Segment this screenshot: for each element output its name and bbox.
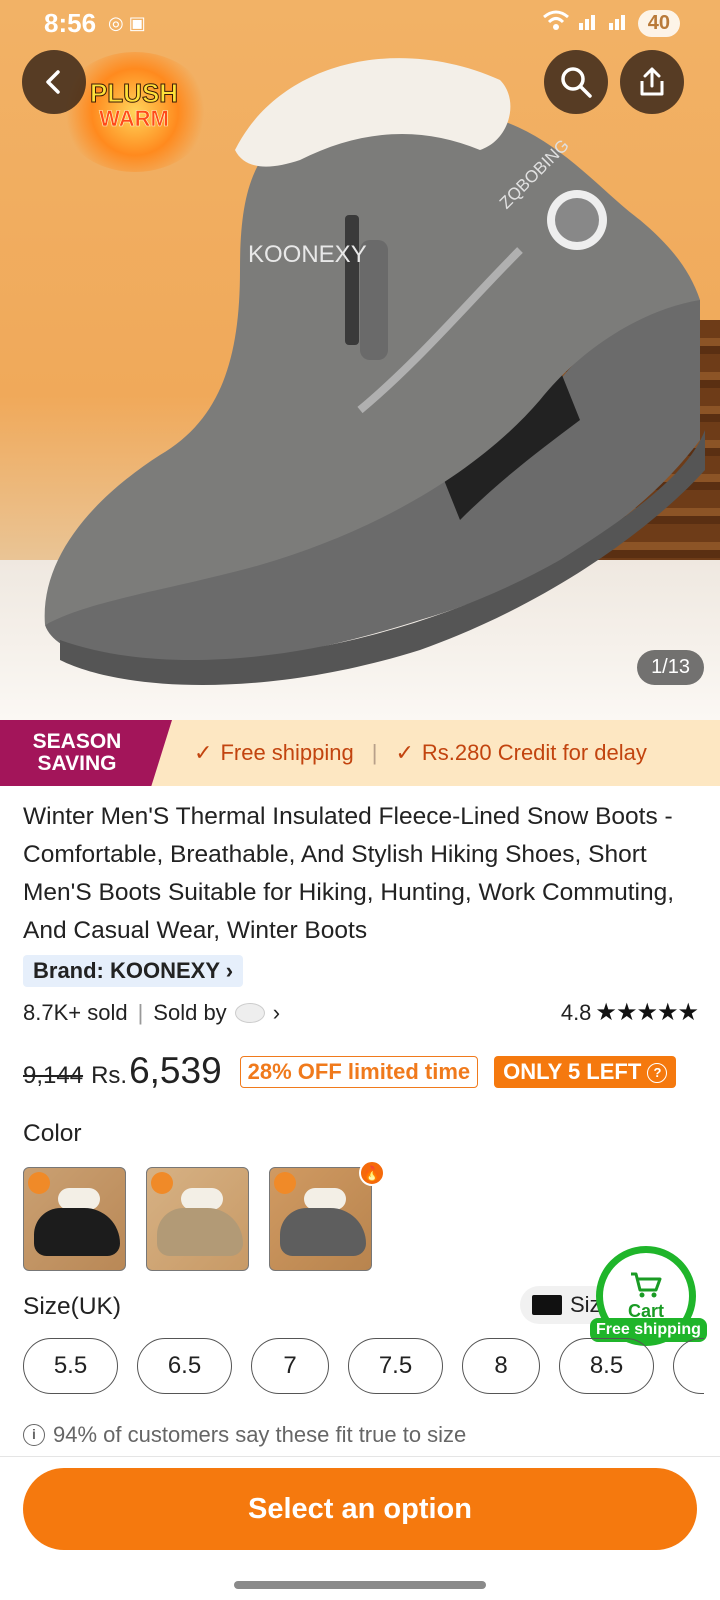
shoe-thumbnail bbox=[157, 1208, 243, 1256]
size-label: Size(UK) bbox=[23, 1293, 122, 1320]
chevron-right-icon: › bbox=[225, 958, 234, 983]
status-time: 8:56 bbox=[44, 7, 97, 38]
color-options bbox=[23, 1167, 372, 1271]
delay-credit-text: Rs.280 Credit for delay bbox=[421, 740, 647, 765]
season-line2: SAVING bbox=[37, 752, 117, 775]
sales-row: 8.7K+ sold | Sold by › 4.8 ★★★★★ bbox=[23, 998, 699, 1027]
status-bar: 8:56 ◎ ▣ 40 bbox=[0, 0, 720, 46]
search-icon bbox=[561, 67, 592, 98]
back-button[interactable] bbox=[22, 50, 86, 114]
stock-badge[interactable]: ONLY 5 LEFT ? bbox=[494, 1056, 677, 1088]
bottom-divider bbox=[0, 1456, 720, 1457]
rating[interactable]: 4.8 ★★★★★ bbox=[560, 998, 699, 1027]
search-button[interactable] bbox=[544, 50, 608, 114]
battery-indicator: 40 bbox=[637, 9, 680, 37]
notification-icon: ◎ ▣ bbox=[108, 12, 146, 33]
discount-badge: 28% OFF limited time bbox=[239, 1056, 479, 1088]
plush-mini-badge bbox=[151, 1172, 173, 1194]
currency: Rs. bbox=[91, 1062, 128, 1089]
fur-detail bbox=[181, 1188, 223, 1210]
shoe-thumbnail bbox=[34, 1208, 120, 1256]
help-icon: ? bbox=[647, 1063, 668, 1083]
plush-mini-badge bbox=[28, 1172, 50, 1194]
chevron-right-icon: › bbox=[272, 999, 281, 1025]
sold-by-label: Sold by bbox=[153, 999, 227, 1025]
season-saving-badge: SEASON SAVING bbox=[0, 720, 172, 786]
image-counter: 1/13 bbox=[637, 650, 704, 685]
size-option-9[interactable]: 9 bbox=[673, 1338, 704, 1394]
check-icon: ✓ bbox=[395, 740, 414, 765]
current-price: 6,539 bbox=[129, 1050, 222, 1091]
sold-by-link[interactable]: Sold by › bbox=[153, 1000, 280, 1026]
signal-icon bbox=[578, 9, 600, 37]
brand-link[interactable]: Brand: KOONEXY › bbox=[23, 955, 244, 987]
fit-note: i 94% of customers say these fit true to… bbox=[23, 1422, 466, 1448]
color-swatch-black[interactable] bbox=[23, 1167, 126, 1271]
seller-logo bbox=[234, 1002, 265, 1023]
select-option-button[interactable]: Select an option bbox=[23, 1468, 697, 1550]
stock-text: ONLY 5 LEFT bbox=[503, 1059, 642, 1084]
original-price: 9,144 bbox=[23, 1062, 84, 1089]
back-arrow-icon bbox=[46, 70, 60, 94]
shoe-thumbnail bbox=[280, 1208, 366, 1256]
ruler-icon bbox=[532, 1295, 562, 1315]
sold-count: 8.7K+ sold bbox=[23, 999, 128, 1025]
product-title: Winter Men'S Thermal Insulated Fleece-Li… bbox=[23, 803, 675, 944]
fur-detail bbox=[58, 1188, 100, 1210]
fur-detail bbox=[304, 1188, 346, 1210]
badge-line1: PLUSH bbox=[89, 78, 179, 108]
divider: | bbox=[371, 740, 378, 765]
size-option-5-5[interactable]: 5.5 bbox=[23, 1338, 118, 1394]
promo-strip: SEASON SAVING ✓ Free shipping | ✓ Rs.280… bbox=[0, 720, 720, 786]
flame-icon: 🔥 bbox=[359, 1160, 385, 1186]
color-swatch-gray[interactable] bbox=[269, 1167, 372, 1271]
size-option-7-5[interactable]: 7.5 bbox=[348, 1338, 443, 1394]
brand-label: Brand: KOONEXY bbox=[33, 958, 220, 983]
shoe-brand-print: KOONEXY bbox=[248, 241, 367, 268]
size-option-8[interactable]: 8 bbox=[462, 1338, 540, 1394]
plush-warm-badge: PLUSH WARM bbox=[84, 80, 184, 132]
size-option-8-5[interactable]: 8.5 bbox=[559, 1338, 654, 1394]
star-rating-icon: ★★★★★ bbox=[595, 999, 699, 1026]
home-indicator[interactable] bbox=[234, 1581, 486, 1589]
size-options: 5.5 6.5 7 7.5 8 8.5 9 bbox=[23, 1338, 704, 1394]
price-row: 9,144 Rs. 6,539 28% OFF limited time ONLY… bbox=[23, 1050, 677, 1092]
share-icon bbox=[640, 67, 664, 96]
check-icon: ✓ bbox=[194, 740, 213, 765]
wifi-icon bbox=[542, 9, 570, 37]
plush-mini-badge bbox=[274, 1172, 296, 1194]
fit-note-text: 94% of customers say these fit true to s… bbox=[53, 1422, 467, 1447]
rating-value: 4.8 bbox=[560, 999, 592, 1025]
size-option-6-5[interactable]: 6.5 bbox=[137, 1338, 232, 1394]
free-shipping-text: Free shipping bbox=[220, 740, 354, 765]
color-swatch-khaki[interactable] bbox=[146, 1167, 249, 1271]
size-option-7[interactable]: 7 bbox=[251, 1338, 329, 1394]
product-image-carousel[interactable]: KOONEXY ZQBOBING PLUSH WARM 8:56 ◎ ▣ 40 bbox=[0, 0, 720, 720]
share-button[interactable] bbox=[620, 50, 684, 114]
signal-icon-2 bbox=[608, 9, 630, 37]
info-icon: i bbox=[23, 1424, 45, 1446]
cart-icon bbox=[631, 1272, 662, 1297]
divider: | bbox=[137, 999, 144, 1025]
badge-line2: WARM bbox=[99, 106, 169, 132]
color-label: Color bbox=[23, 1120, 82, 1147]
season-line1: SEASON bbox=[32, 730, 122, 753]
